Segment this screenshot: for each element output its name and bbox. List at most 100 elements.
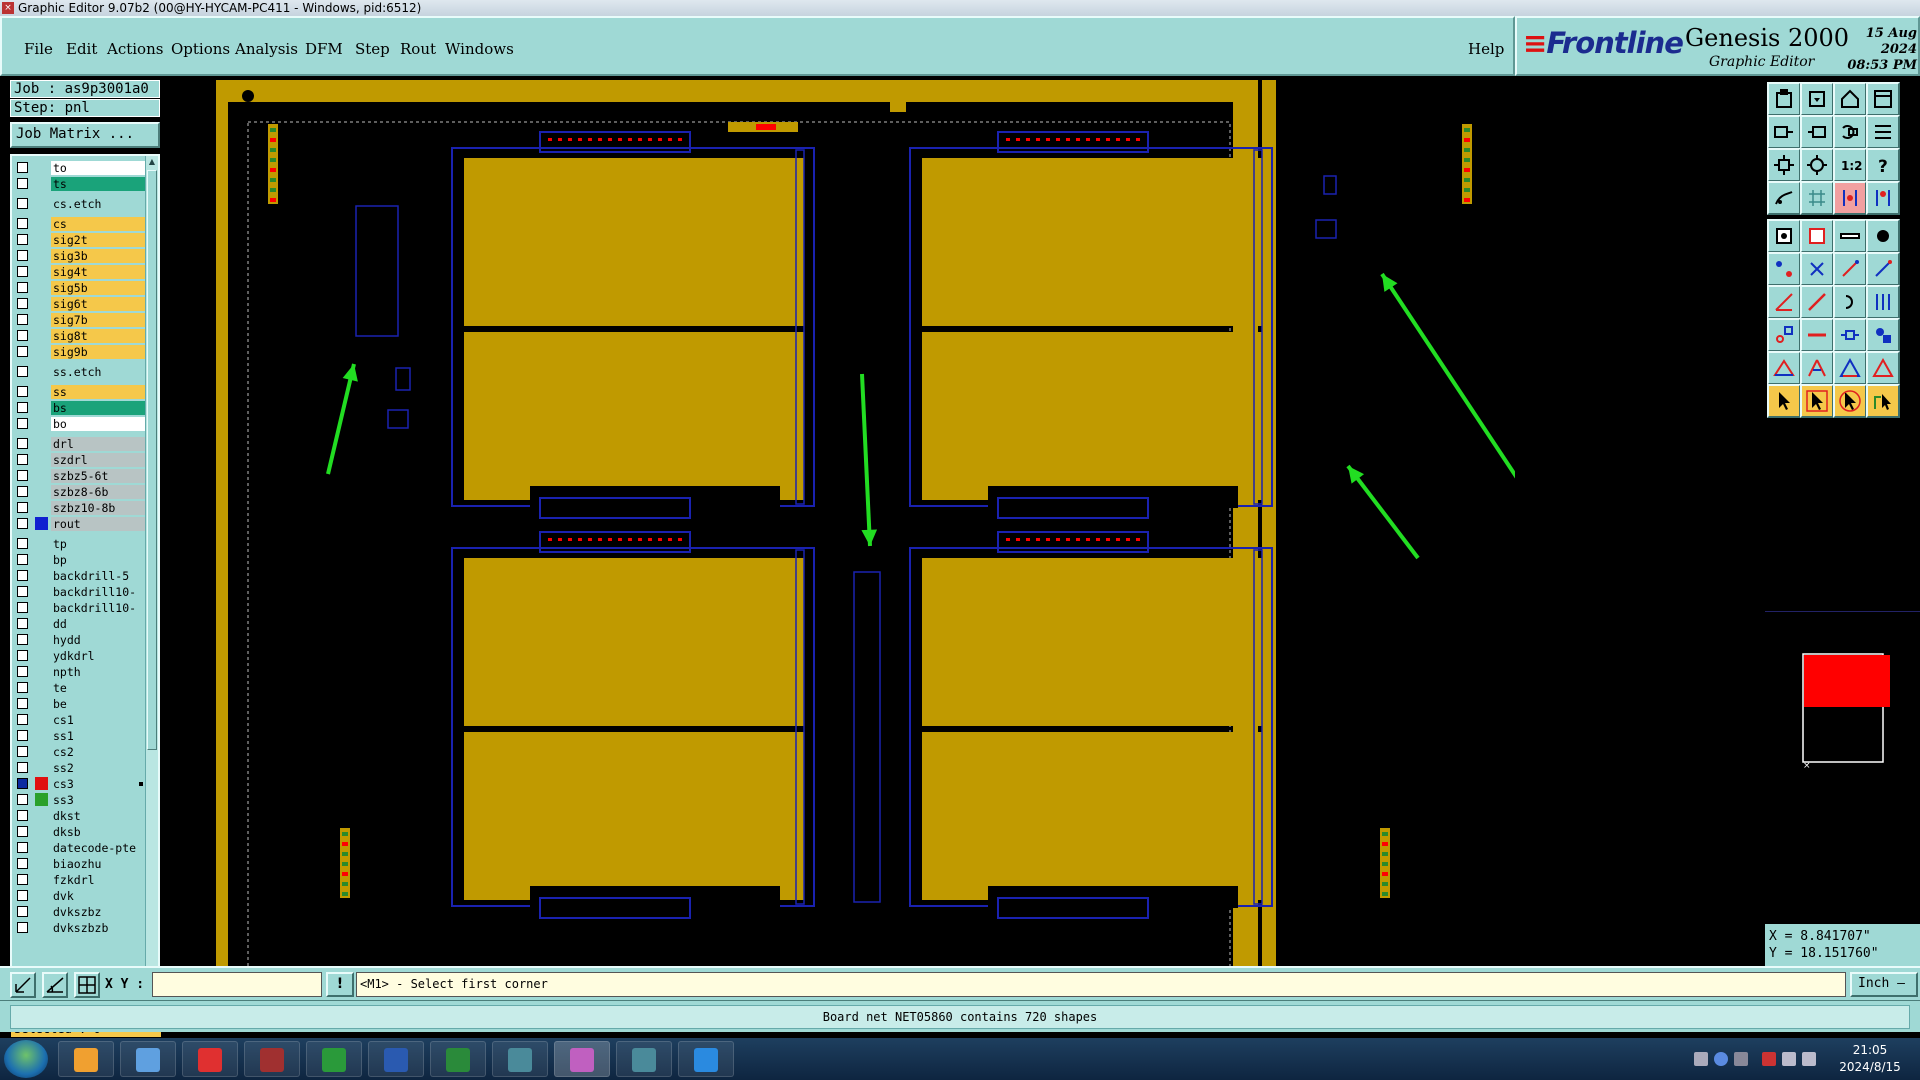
layer-name[interactable]: backdrill10- (51, 585, 145, 599)
layer-row[interactable]: datecode-pte (14, 840, 146, 855)
overview-window[interactable]: × (1765, 611, 1920, 871)
select-tool-button[interactable] (1767, 384, 1801, 418)
layer-row[interactable]: cs.etch (14, 196, 146, 211)
layer-row[interactable]: szbz5-6t (14, 468, 146, 483)
flag-tray-icon[interactable] (1762, 1052, 1776, 1066)
cross-tool-button[interactable] (1800, 252, 1834, 286)
layer-name[interactable]: dd (51, 617, 145, 631)
window-tool-button[interactable] (1866, 82, 1900, 116)
layer-checkbox[interactable] (17, 618, 28, 629)
layer-row[interactable]: backdrill-5 (14, 568, 146, 583)
layer-name[interactable]: dvkszbzb (51, 921, 145, 935)
exclamation-button[interactable]: ! (326, 972, 354, 997)
layer-row[interactable]: bs (14, 400, 146, 415)
layer-scrollbar[interactable]: ▲ ▼ (145, 156, 158, 1016)
layer-row[interactable]: backdrill10- (14, 584, 146, 599)
layer-row[interactable]: szbz8-6b (14, 484, 146, 499)
layer-name[interactable]: sig5b (51, 281, 145, 295)
layer-name[interactable]: biaozhu (51, 857, 145, 871)
layer-row[interactable]: te (14, 680, 146, 695)
save-tool-button[interactable] (1800, 82, 1834, 116)
menu-step[interactable]: Step (355, 40, 390, 58)
layer-row[interactable]: ss.etch (14, 364, 146, 379)
layer-checkbox[interactable] (17, 730, 28, 741)
layer-row[interactable]: ydkdrl (14, 648, 146, 663)
fit-tool-button[interactable] (1767, 148, 1801, 182)
layer-checkbox[interactable] (17, 714, 28, 725)
layer-name[interactable]: cs.etch (51, 197, 145, 211)
layer-checkbox[interactable] (17, 366, 28, 377)
layer-checkbox[interactable] (17, 586, 28, 597)
layer-row[interactable]: sig5b (14, 280, 146, 295)
select-plus-tool-button[interactable] (1800, 384, 1834, 418)
layer-checkbox[interactable] (17, 518, 28, 529)
layer-name[interactable]: cs1 (51, 713, 145, 727)
layer-checkbox[interactable] (17, 538, 28, 549)
layer-checkbox[interactable] (17, 794, 28, 805)
outline-tool-button[interactable] (1800, 219, 1834, 253)
layer-checkbox[interactable] (17, 470, 28, 481)
layer-row[interactable]: sig3b (14, 248, 146, 263)
menu-windows[interactable]: Windows (445, 40, 514, 58)
menu-edit[interactable]: Edit (66, 40, 97, 58)
triangle-c-tool-button[interactable] (1866, 351, 1900, 385)
layer-name[interactable]: szbz5-6t (51, 469, 145, 483)
layer-name[interactable]: te (51, 681, 145, 695)
layer-checkbox[interactable] (17, 198, 28, 209)
layer-row[interactable]: bp (14, 552, 146, 567)
layer-checkbox[interactable] (17, 314, 28, 325)
layer-checkbox[interactable] (17, 502, 28, 513)
tray-arrow-icon[interactable] (1734, 1052, 1748, 1066)
menu-actions[interactable]: Actions (107, 40, 163, 58)
layer-checkbox[interactable] (17, 922, 28, 933)
layer-checkbox[interactable] (17, 826, 28, 837)
layer-checkbox[interactable] (17, 346, 28, 357)
layer-name[interactable]: tp (51, 537, 145, 551)
layer-row[interactable]: npth (14, 664, 146, 679)
layer-name[interactable]: dksb (51, 825, 145, 839)
start-button[interactable] (4, 1040, 48, 1078)
layer-checkbox[interactable] (17, 874, 28, 885)
layer-checkbox[interactable] (17, 234, 28, 245)
layer-color-swatch[interactable] (35, 777, 48, 790)
layer-row[interactable]: cs3 (14, 776, 146, 791)
layer-name[interactable]: ts (51, 177, 145, 191)
layer-checkbox[interactable] (17, 890, 28, 901)
layer-name[interactable]: cs2 (51, 745, 145, 759)
layer-checkbox[interactable] (17, 486, 28, 497)
taskbar-app-eye[interactable] (492, 1041, 548, 1077)
layer-checkbox[interactable] (17, 570, 28, 581)
layer-checkbox[interactable] (17, 698, 28, 709)
layer-row[interactable]: drl (14, 436, 146, 451)
layer-row[interactable]: ts (14, 176, 146, 191)
menu-file[interactable]: File (24, 40, 53, 58)
layer-checkbox[interactable] (17, 554, 28, 565)
mirror-alt-tool-button[interactable] (1866, 181, 1900, 215)
angle-tool-button[interactable] (1767, 285, 1801, 319)
layer-checkbox[interactable] (17, 762, 28, 773)
layer-row[interactable]: to (14, 160, 146, 175)
taskbar-app-excel[interactable] (430, 1041, 486, 1077)
ruler-tool-button[interactable] (1833, 219, 1867, 253)
scroll-thumb[interactable] (147, 170, 157, 750)
layer-name[interactable]: datecode-pte (51, 841, 145, 855)
measure-button[interactable] (42, 972, 68, 998)
layer-name[interactable]: dkst (51, 809, 145, 823)
layer-name[interactable]: sig8t (51, 329, 145, 343)
layer-name[interactable]: fzkdrl (51, 873, 145, 887)
layer-row[interactable]: hydd (14, 632, 146, 647)
help-tool-button[interactable]: ? (1866, 148, 1900, 182)
paste-tool-button[interactable] (1800, 115, 1834, 149)
volume-tray-icon[interactable] (1802, 1052, 1816, 1066)
layer-row[interactable]: szbz10-8b (14, 500, 146, 515)
menu-rout[interactable]: Rout (400, 40, 436, 58)
select-arc-tool-button[interactable] (1833, 384, 1867, 418)
taskbar-app-green[interactable] (306, 1041, 362, 1077)
units-selector[interactable]: Inch – (1850, 972, 1918, 997)
split-tool-button[interactable] (1866, 285, 1900, 319)
triangle-a-tool-button[interactable] (1800, 351, 1834, 385)
layer-row[interactable]: sig2t (14, 232, 146, 247)
layer-color-swatch[interactable] (35, 793, 48, 806)
layer-name[interactable]: bp (51, 553, 145, 567)
layer-checkbox[interactable] (17, 602, 28, 613)
